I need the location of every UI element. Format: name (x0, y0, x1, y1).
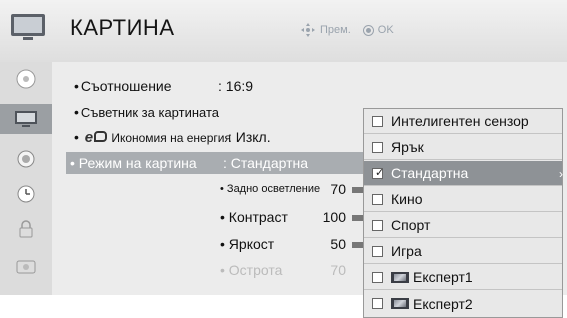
brightness-value: 50 (330, 236, 346, 252)
tv-menu: КАРТИНА Прем. OK • Съотношение: 16:9 • … (0, 0, 567, 318)
expert-icon (391, 298, 409, 309)
sidebar-item-lock[interactable] (4, 214, 48, 244)
picture-mode-label: • Режим на картина (70, 155, 197, 171)
option-intelligent-sensor[interactable]: Интелигентен сензор (364, 109, 562, 134)
checkbox (372, 271, 383, 283)
ok-hint-label: OK (377, 24, 394, 36)
energy-saving-logo: e (85, 129, 112, 146)
checkbox (372, 219, 383, 231)
checkbox (372, 141, 383, 153)
clock-icon (17, 185, 35, 203)
navigation-hint: Прем. OK (300, 22, 394, 38)
expert-icon (391, 271, 409, 283)
sidebar-item-setup[interactable] (4, 64, 48, 94)
option-label: Интелигентен сензор (391, 113, 529, 129)
tv-icon (15, 111, 37, 127)
picture-mode-value: : Стандартна (223, 155, 309, 171)
sidebar (0, 62, 52, 295)
option-label: Експерт2 (413, 295, 473, 312)
menu-item-backlight[interactable]: • Задно осветление 70 (220, 181, 364, 197)
option-label: Ярък (391, 139, 424, 155)
lock-icon (19, 220, 33, 238)
aspect-value: : 16:9 (218, 78, 254, 94)
option-cinema[interactable]: Кино (364, 187, 562, 212)
scroll-edge-icon: › (559, 167, 563, 181)
ok-button-icon (362, 24, 374, 36)
energy-saving-label: Икономия на енергия (111, 131, 231, 145)
option-game[interactable]: Игра (364, 239, 562, 264)
option-label: Стандартна (391, 165, 469, 181)
check-icon: ✓ (375, 166, 385, 179)
option-expert1[interactable]: Експерт1 (364, 265, 562, 290)
backlight-label: Задно осветление (226, 183, 321, 195)
option-label: Игра (391, 243, 422, 259)
option-expert2[interactable]: Експерт2 (364, 291, 562, 316)
navigation-arrows-icon (301, 23, 315, 37)
aspect-label: Съотношение (80, 78, 172, 94)
disc-icon (16, 69, 36, 89)
checkbox (372, 115, 383, 127)
option-label: Експерт1 (413, 269, 473, 285)
checkbox (372, 193, 383, 205)
menu-header: КАРТИНА Прем. OK (0, 0, 567, 63)
energy-saving-value: : Изкл. (228, 129, 271, 145)
sidebar-item-audio[interactable] (4, 144, 48, 174)
menu-item-contrast[interactable]: • Контраст 100 (220, 209, 364, 225)
option-vivid[interactable]: Ярък (364, 135, 562, 160)
menu-item-sharpness[interactable]: • Острота 70 (220, 262, 346, 278)
brightness-label: Яркост (228, 236, 275, 252)
contrast-value: 100 (322, 209, 346, 225)
option-sport[interactable]: Спорт (364, 213, 562, 238)
option-label: Кино (391, 191, 423, 207)
backlight-value: 70 (330, 181, 346, 197)
sharpness-label: Острота (228, 262, 283, 278)
picture-mode-dropdown: Интелигентен сензор Ярък ✓ Стандартна › К… (363, 108, 563, 318)
checkbox (372, 298, 383, 309)
sidebar-item-picture[interactable] (0, 104, 52, 134)
sidebar-item-time[interactable] (4, 179, 48, 209)
checkbox (372, 245, 383, 257)
option-label: Спорт (391, 217, 431, 233)
checkbox-checked: ✓ (372, 166, 385, 179)
menu-item-aspect[interactable]: • Съотношение : 16:9 (74, 78, 253, 94)
move-hint-label: Прем. (320, 24, 351, 36)
page-title: КАРТИНА (70, 15, 175, 40)
contrast-label: Контраст (228, 209, 288, 225)
speaker-icon (17, 150, 35, 168)
menu-item-picture-wizard[interactable]: • Съветник за картината (74, 104, 219, 120)
option-standard[interactable]: ✓ Стандартна › (364, 161, 563, 186)
options-icon (16, 260, 36, 274)
picture-wizard-label: Съветник за картината (80, 105, 219, 120)
menu-item-energy-saving[interactable]: • e Икономия на енергия : Изкл. (74, 129, 271, 146)
sharpness-value: 70 (330, 262, 346, 278)
sidebar-item-options[interactable] (4, 252, 48, 282)
tv-icon (11, 14, 45, 40)
menu-item-brightness[interactable]: • Яркост 50 (220, 236, 364, 252)
